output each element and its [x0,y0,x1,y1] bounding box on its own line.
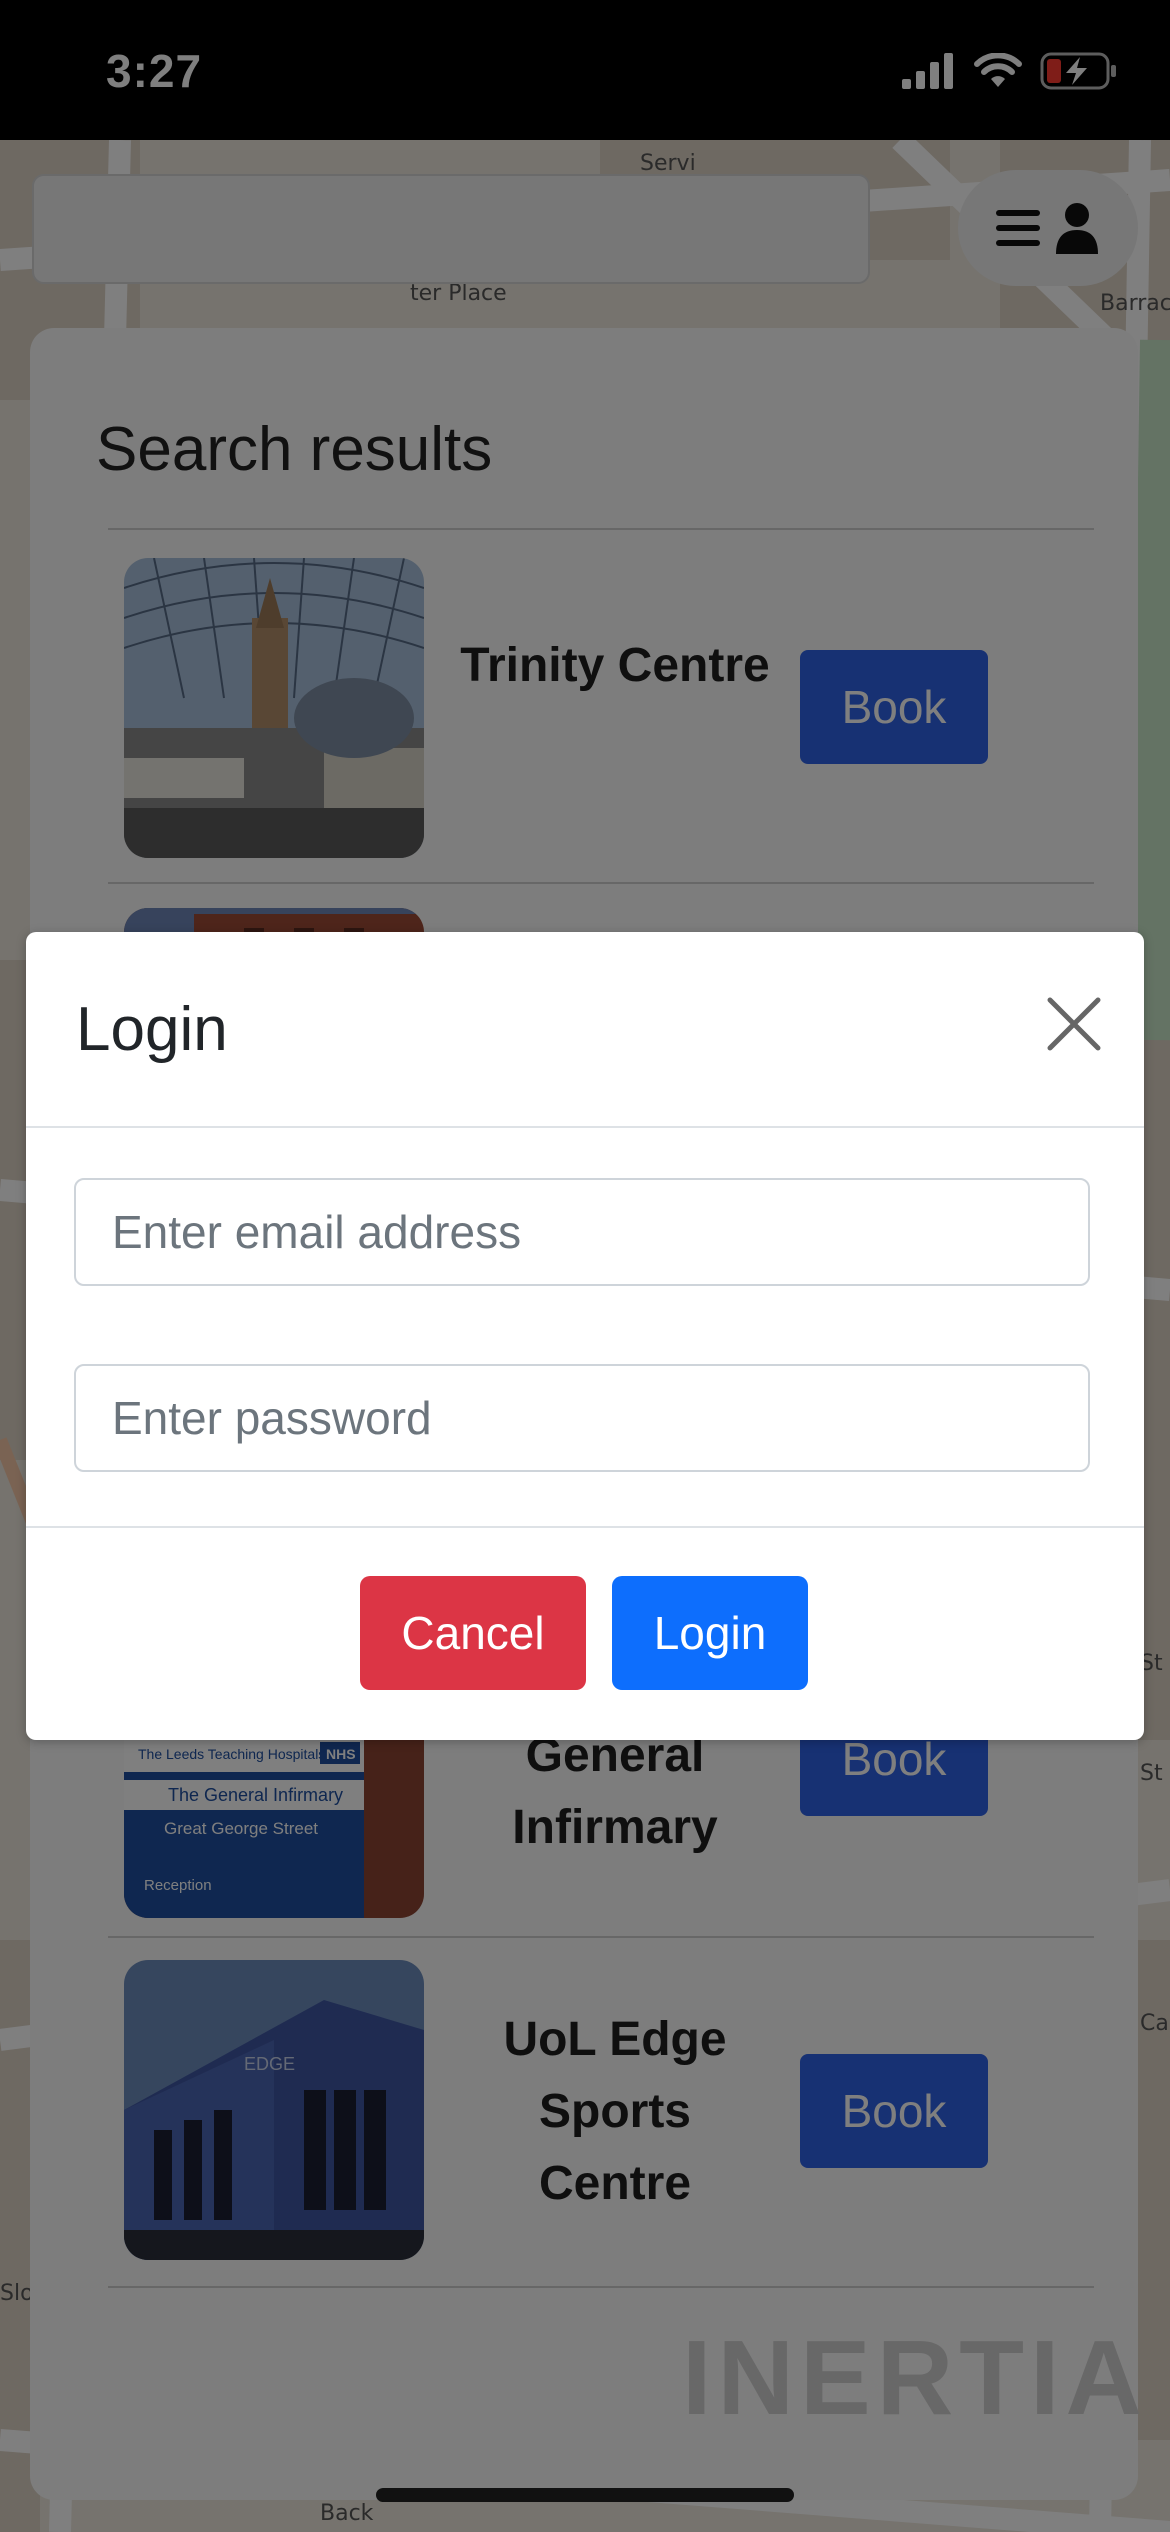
modal-title: Login [76,995,228,1064]
login-modal: Login Cancel Login [26,932,1144,1740]
modal-header-divider [26,1126,1144,1128]
close-button[interactable] [1034,984,1114,1064]
password-field[interactable] [74,1364,1090,1472]
cancel-button[interactable]: Cancel [360,1576,586,1690]
login-button[interactable]: Login [612,1576,808,1690]
modal-footer-divider [26,1526,1144,1528]
close-icon [1047,997,1101,1051]
app-screen: Servi ter Place Barrac St St Ca Slo Back… [0,0,1170,2532]
home-indicator[interactable] [376,2488,794,2502]
email-field[interactable] [74,1178,1090,1286]
